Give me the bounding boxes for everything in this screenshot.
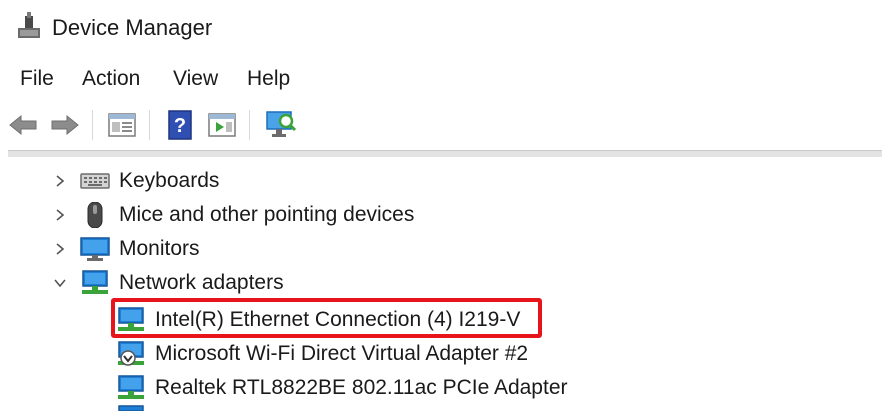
expand-keyboards-button[interactable]	[50, 164, 70, 198]
tree-item-mice[interactable]: Mice and other pointing devices	[0, 198, 882, 232]
device-tree: Keyboards Mice and other pointing device…	[0, 164, 882, 411]
chevron-right-icon	[56, 175, 65, 187]
monitor-icon	[80, 237, 110, 261]
help-icon: ?	[168, 110, 192, 140]
scan-hardware-button[interactable]	[264, 108, 298, 142]
chevron-down-icon	[54, 279, 66, 288]
back-arrow-icon	[9, 114, 37, 136]
chevron-right-icon	[56, 243, 65, 255]
tree-item-wifi-direct[interactable]: Microsoft Wi-Fi Direct Virtual Adapter #…	[0, 337, 882, 371]
toolbar-separator	[149, 110, 150, 140]
mouse-icon	[87, 202, 103, 228]
tree-item-label: Monitors	[119, 237, 200, 260]
highlight-annotation	[111, 298, 542, 338]
network-adapter-icon	[118, 405, 144, 411]
properties-button[interactable]	[105, 108, 139, 142]
tree-item-label: Keyboards	[119, 169, 220, 192]
run-icon	[208, 113, 236, 137]
device-manager-icon	[18, 12, 40, 38]
toolbar-divider	[8, 150, 882, 157]
back-button[interactable]	[6, 108, 40, 142]
menu-action[interactable]: Action	[78, 62, 144, 96]
forward-button[interactable]	[48, 108, 82, 142]
network-adapter-disabled-icon	[118, 341, 144, 366]
tree-item-label: Network adapters	[119, 271, 284, 294]
toolbar: ?	[0, 104, 882, 146]
forward-arrow-icon	[51, 114, 79, 136]
collapse-network-adapters-button[interactable]	[50, 266, 70, 300]
tree-item-network-adapters[interactable]: Network adapters	[0, 266, 882, 300]
toolbar-separator	[92, 110, 93, 140]
title-bar: Device Manager	[0, 0, 882, 56]
tree-item-monitors[interactable]: Monitors	[0, 232, 882, 266]
network-adapter-icon	[82, 270, 108, 294]
help-button[interactable]: ?	[163, 108, 197, 142]
tree-item-realtek[interactable]: Realtek RTL8822BE 802.11ac PCIe Adapter	[0, 371, 882, 405]
toolbar-separator	[249, 110, 250, 140]
chevron-right-icon	[56, 209, 65, 221]
network-adapter-icon	[118, 375, 144, 399]
expand-monitors-button[interactable]	[50, 232, 70, 266]
menu-view[interactable]: View	[169, 62, 222, 96]
tree-item-keyboards[interactable]: Keyboards	[0, 164, 882, 198]
scan-hardware-icon	[266, 111, 297, 137]
device-manager-window: Device Manager File Action View Help ? K…	[0, 0, 882, 411]
run-button[interactable]	[205, 108, 239, 142]
tree-item-label: Mice and other pointing devices	[119, 203, 415, 226]
keyboard-icon	[80, 173, 110, 189]
menu-file[interactable]: File	[16, 62, 58, 96]
properties-icon	[108, 113, 136, 137]
tree-item-label: Microsoft Wi-Fi Direct Virtual Adapter #…	[155, 342, 529, 365]
svg-text:?: ?	[174, 115, 186, 137]
expand-mice-button[interactable]	[50, 198, 70, 232]
menu-help[interactable]: Help	[243, 62, 294, 96]
tree-item-label: Realtek RTL8822BE 802.11ac PCIe Adapter	[155, 376, 568, 399]
window-title: Device Manager	[52, 15, 213, 40]
